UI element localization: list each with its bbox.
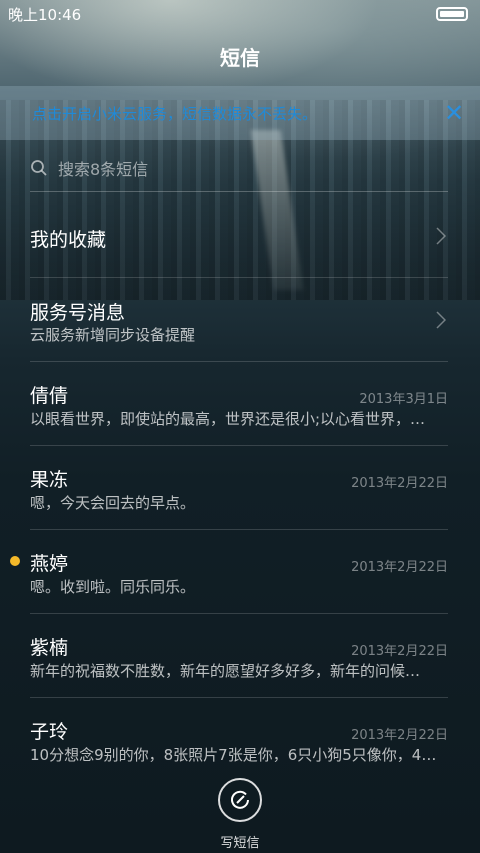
chevron-right-icon bbox=[436, 311, 446, 329]
service-row[interactable]: 服务号消息 云服务新增同步设备提醒 bbox=[30, 278, 448, 362]
search-placeholder: 搜索8条短信 bbox=[58, 160, 149, 179]
search-input[interactable]: 搜索8条短信 bbox=[30, 155, 450, 181]
banner-text[interactable]: 点击开启小米云服务，短信数据永不丢失。 bbox=[32, 103, 444, 124]
contact-name: 燕婷 bbox=[30, 553, 69, 575]
compose-button[interactable] bbox=[218, 778, 262, 822]
conversation-item[interactable]: 倩倩 2013年3月1日 以眼看世界，即使站的最高，世界还是很小;以心看世界，… bbox=[30, 362, 448, 446]
conversation-item[interactable]: 果冻 2013年2月22日 嗯，今天会回去的早点。 bbox=[30, 446, 448, 530]
cloud-banner[interactable]: 点击开启小米云服务，短信数据永不丢失。 ✕ bbox=[0, 86, 480, 140]
compose-label[interactable]: 写短信 bbox=[0, 832, 480, 851]
message-preview: 嗯，今天会回去的早点。 bbox=[30, 494, 196, 512]
message-date: 2013年2月22日 bbox=[351, 560, 448, 575]
contact-name: 倩倩 bbox=[30, 385, 69, 407]
compose-icon bbox=[231, 790, 249, 809]
contact-name: 子玲 bbox=[30, 721, 69, 743]
conversation-item[interactable]: 紫楠 2013年2月22日 新年的祝福数不胜数，新年的愿望好多好多，新年的问候… bbox=[30, 614, 448, 698]
battery-icon bbox=[436, 7, 468, 21]
status-time: 晚上10:46 bbox=[8, 5, 82, 24]
message-preview: 新年的祝福数不胜数，新年的愿望好多好多，新年的问候… bbox=[30, 662, 421, 680]
message-date: 2013年2月22日 bbox=[351, 644, 448, 659]
message-date: 2013年2月22日 bbox=[351, 476, 448, 491]
message-date: 2013年2月22日 bbox=[351, 728, 448, 743]
message-preview: 10分想念9别的你，8张照片7张是你，6只小狗5只像你，4… bbox=[30, 746, 437, 764]
message-preview: 以眼看世界，即使站的最高，世界还是很小;以心看世界，… bbox=[30, 410, 426, 428]
conversation-item[interactable]: 子玲 2013年2月22日 10分想念9别的你，8张照片7张是你，6只小狗5只像… bbox=[30, 698, 448, 778]
chevron-right-icon bbox=[436, 227, 446, 245]
conversation-item[interactable]: 燕婷 2013年2月22日 嗯。收到啦。同乐同乐。 bbox=[30, 530, 448, 614]
page-title: 短信 bbox=[220, 46, 260, 70]
search-icon bbox=[31, 160, 47, 176]
message-preview: 嗯。收到啦。同乐同乐。 bbox=[30, 578, 196, 596]
contact-name: 紫楠 bbox=[30, 637, 69, 659]
close-icon[interactable]: ✕ bbox=[444, 101, 464, 125]
contact-name: 果冻 bbox=[30, 469, 69, 491]
favorites-label: 我的收藏 bbox=[30, 229, 107, 251]
service-label: 服务号消息 bbox=[30, 302, 126, 324]
status-bar: 晚上10:46 bbox=[0, 0, 480, 28]
service-subtitle: 云服务新增同步设备提醒 bbox=[30, 326, 196, 344]
unread-dot bbox=[10, 556, 20, 566]
favorites-row[interactable]: 我的收藏 bbox=[30, 192, 448, 278]
message-date: 2013年3月1日 bbox=[359, 392, 448, 407]
